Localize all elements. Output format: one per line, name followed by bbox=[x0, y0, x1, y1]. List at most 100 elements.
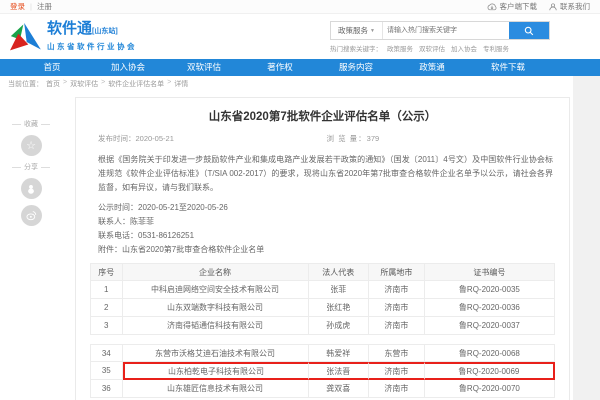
cell-no: 1 bbox=[90, 281, 123, 299]
info-label: 联系人： bbox=[98, 217, 130, 226]
cell-no: 36 bbox=[90, 380, 123, 398]
nav-item[interactable]: 双软评估 bbox=[166, 59, 242, 76]
cell-company: 济南得韬通信科技有限公司 bbox=[123, 317, 309, 335]
search-category-dropdown[interactable]: 政策服务▼ bbox=[331, 22, 383, 39]
cell-company: 山东柏乾电子科技有限公司 bbox=[123, 362, 309, 380]
evaluation-table: 序号企业名称法人代表所属地市证书编号 1中科启迪网络空间安全技术有限公司张菲济南… bbox=[90, 263, 555, 398]
cell-legal: 龚双喜 bbox=[309, 380, 369, 398]
table-row: 36山东雄匠信息技术有限公司龚双喜济南市鲁RQ-2020-0070 bbox=[90, 380, 555, 398]
table-row: 35山东柏乾电子科技有限公司张法晋济南市鲁RQ-2020-0069 bbox=[90, 362, 555, 380]
cell-legal: 张红艳 bbox=[309, 299, 369, 317]
cell-cert: 鲁RQ-2020-0035 bbox=[425, 281, 555, 299]
table-row: 3济南得韬通信科技有限公司孙成虎济南市鲁RQ-2020-0037 bbox=[90, 317, 555, 335]
page-gutter bbox=[573, 76, 600, 400]
login-link[interactable]: 登录 bbox=[10, 1, 25, 12]
share-label: 分享 bbox=[12, 162, 50, 172]
table-row: 34东营市沃格艾迪石油技术有限公司韩爱祥东营市鲁RQ-2020-0068 bbox=[90, 344, 555, 362]
nav-item[interactable]: 政策通 bbox=[394, 59, 470, 76]
register-link[interactable]: 注册 bbox=[37, 1, 52, 12]
brand-name: 软件通 bbox=[47, 20, 92, 37]
cell-legal: 张法晋 bbox=[309, 362, 369, 380]
hot-keyword-link[interactable]: 双软评估 bbox=[419, 43, 445, 53]
info-lines: 公示时间：2020-05-21至2020-05-26联系人：陈菲菲联系电话：05… bbox=[90, 201, 555, 257]
cell-city: 济南市 bbox=[369, 317, 425, 335]
breadcrumb-separator: > bbox=[167, 79, 171, 89]
site-logo[interactable]: 软件通[山东站] 山东省软件行业协会 bbox=[8, 21, 137, 52]
cell-cert: 鲁RQ-2020-0070 bbox=[425, 380, 555, 398]
info-line: 联系电话：0531-86126251 bbox=[98, 229, 555, 243]
page-title: 山东省2020第7批软件企业评估名单（公示） bbox=[90, 108, 555, 124]
column-header: 序号 bbox=[90, 263, 123, 281]
article-body: 根据《国务院关于印发进一步鼓励软件产业和集成电路产业发展若干政策的通知》（国发〔… bbox=[98, 153, 553, 195]
utility-bar: 登录 | 注册 客户端下载 联系我们 bbox=[0, 0, 600, 14]
breadcrumb-item[interactable]: 双软评估 bbox=[70, 79, 98, 89]
breadcrumb: 当前位置： 首页>双软评估>软件企业评估名单>详情 bbox=[0, 76, 573, 91]
column-header: 企业名称 bbox=[123, 263, 309, 281]
info-value: 陈菲菲 bbox=[130, 217, 154, 226]
favorite-star-icon[interactable]: ☆ bbox=[21, 135, 42, 156]
nav-item[interactable]: 著作权 bbox=[242, 59, 318, 76]
chevron-down-icon: ▼ bbox=[370, 28, 375, 34]
nav-item[interactable]: 加入协会 bbox=[90, 59, 166, 76]
views-count: 379 bbox=[367, 134, 380, 143]
client-download-link[interactable]: 客户端下载 bbox=[487, 1, 538, 12]
info-value: 2020-05-21至2020-05-26 bbox=[138, 203, 228, 212]
nav-item[interactable]: 软件下载 bbox=[470, 59, 546, 76]
cell-cert: 鲁RQ-2020-0037 bbox=[425, 317, 555, 335]
contact-us-link[interactable]: 联系我们 bbox=[549, 1, 590, 12]
cloud-download-icon bbox=[487, 3, 497, 11]
share-column: 收藏 ☆ 分享 bbox=[0, 119, 62, 226]
cell-cert: 鲁RQ-2020-0036 bbox=[425, 299, 555, 317]
cell-legal: 孙成虎 bbox=[309, 317, 369, 335]
hot-keyword-link[interactable]: 政策服务 bbox=[387, 43, 413, 53]
table-row: 2山东双端数字科技有限公司张红艳济南市鲁RQ-2020-0036 bbox=[90, 299, 555, 317]
gap-cell bbox=[90, 335, 555, 344]
cell-city: 济南市 bbox=[369, 281, 425, 299]
cell-city: 济南市 bbox=[369, 380, 425, 398]
breadcrumb-label: 当前位置： bbox=[8, 79, 43, 89]
info-line: 公示时间：2020-05-21至2020-05-26 bbox=[98, 201, 555, 215]
article-meta: 发布时间：2020-05-21 浏 览 量：379 bbox=[98, 133, 555, 144]
views-label: 浏 览 量： bbox=[327, 134, 367, 143]
hot-keyword-link[interactable]: 专利服务 bbox=[483, 43, 509, 53]
cell-company: 山东雄匠信息技术有限公司 bbox=[123, 380, 309, 398]
breadcrumb-item[interactable]: 软件企业评估名单 bbox=[108, 79, 164, 89]
page-root: 登录 | 注册 客户端下载 联系我们 bbox=[0, 0, 600, 400]
search-area: 政策服务▼ 热门搜索关键字： 政策服务双软评估加入协会专利服务 bbox=[330, 21, 550, 53]
info-line: 联系人：陈菲菲 bbox=[98, 215, 555, 229]
cell-company: 山东双端数字科技有限公司 bbox=[123, 299, 309, 317]
cell-company: 东营市沃格艾迪石油技术有限公司 bbox=[123, 344, 309, 362]
publish-date: 2020-05-21 bbox=[136, 134, 174, 143]
hot-keywords-label: 热门搜索关键字： bbox=[330, 43, 382, 53]
share-weibo-icon[interactable] bbox=[21, 205, 42, 226]
info-label: 公示时间： bbox=[98, 203, 138, 212]
cell-city: 济南市 bbox=[369, 362, 425, 380]
attachment-link[interactable]: 山东省2020第7批审查合格软件企业名单 bbox=[122, 245, 264, 254]
publish-time-label: 发布时间： bbox=[98, 134, 136, 143]
user-icon bbox=[549, 3, 557, 11]
nav-item[interactable]: 服务内容 bbox=[318, 59, 394, 76]
favorite-label: 收藏 bbox=[12, 119, 50, 129]
hot-keyword-link[interactable]: 加入协会 bbox=[451, 43, 477, 53]
cell-legal: 韩爱祥 bbox=[309, 344, 369, 362]
search-button[interactable] bbox=[509, 22, 549, 39]
cell-no: 2 bbox=[90, 299, 123, 317]
cell-city: 东营市 bbox=[369, 344, 425, 362]
search-input[interactable] bbox=[383, 22, 509, 39]
cell-legal: 张菲 bbox=[309, 281, 369, 299]
table-gap-row bbox=[90, 335, 555, 344]
breadcrumb-item[interactable]: 首页 bbox=[46, 79, 60, 89]
cell-company: 中科启迪网络空间安全技术有限公司 bbox=[123, 281, 309, 299]
cell-no: 35 bbox=[90, 362, 123, 380]
info-label: 附件： bbox=[98, 245, 122, 254]
info-value: 0531-86126251 bbox=[138, 231, 194, 240]
divider: | bbox=[30, 2, 32, 11]
cell-no: 34 bbox=[90, 344, 123, 362]
breadcrumb-separator: > bbox=[101, 79, 105, 89]
brand-subtitle: 山东省软件行业协会 bbox=[47, 41, 137, 52]
breadcrumb-item: 详情 bbox=[174, 79, 188, 89]
site-header: 软件通[山东站] 山东省软件行业协会 政策服务▼ 热门搜索关键字： bbox=[0, 14, 600, 59]
share-qq-icon[interactable] bbox=[21, 178, 42, 199]
table-row: 1中科启迪网络空间安全技术有限公司张菲济南市鲁RQ-2020-0035 bbox=[90, 281, 555, 299]
nav-item[interactable]: 首页 bbox=[14, 59, 90, 76]
